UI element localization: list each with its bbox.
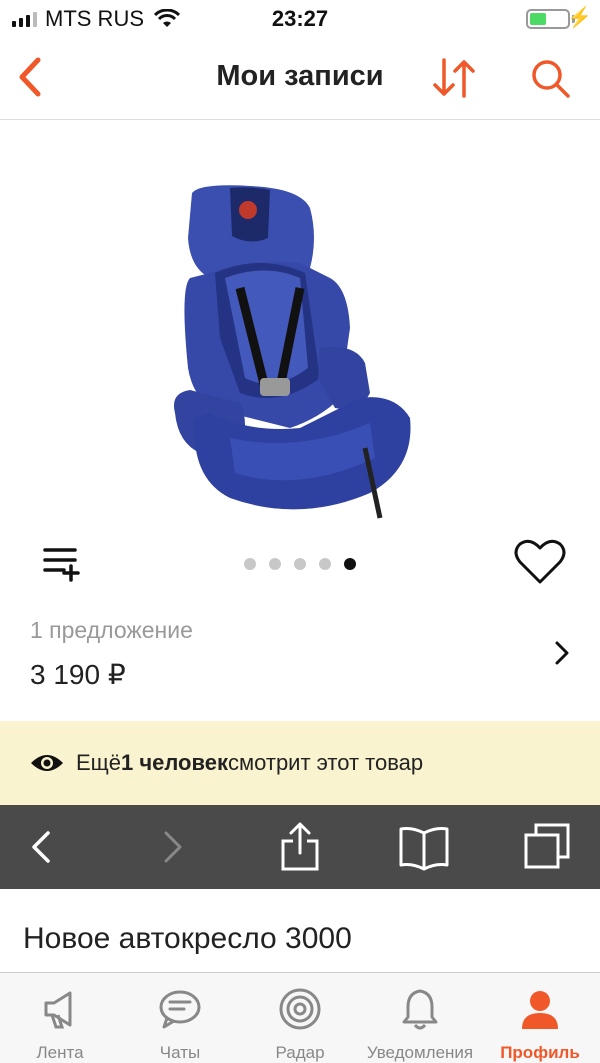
bookmarks-icon[interactable]	[398, 821, 450, 873]
eye-icon	[31, 755, 63, 771]
radar-icon	[279, 988, 321, 1030]
price[interactable]: 3 190 ₽	[30, 658, 126, 691]
tab-bar: Лента Чаты Радар Уведомления Профиль	[0, 972, 600, 1063]
tab-label: Уведомления	[366, 1043, 474, 1062]
gallery-dot[interactable]	[344, 558, 356, 570]
status-bar: MTS RUS 23:27 ⚡	[0, 0, 600, 38]
tab-profile[interactable]: Профиль	[480, 973, 600, 1063]
chevron-right-icon[interactable]	[550, 638, 574, 668]
battery-icon	[526, 9, 570, 29]
gallery-dot[interactable]	[244, 558, 256, 570]
gallery-dot[interactable]	[269, 558, 281, 570]
tab-chats[interactable]: Чаты	[120, 973, 240, 1063]
page-title: Мои записи	[216, 60, 384, 92]
viewers-banner: Ещё 1 человек смотрит этот товар	[0, 721, 600, 805]
product-title: Новое автокресло 3000	[23, 922, 352, 955]
profile-icon	[522, 991, 558, 1029]
megaphone-icon	[44, 991, 72, 1029]
tab-label: Лента	[36, 1043, 84, 1062]
tab-label: Чаты	[159, 1043, 201, 1062]
viewers-count: 1 человек	[121, 750, 228, 775]
product-image[interactable]	[170, 178, 430, 523]
favorite-heart-icon[interactable]	[514, 538, 566, 586]
tabs-icon[interactable]	[522, 821, 572, 873]
charging-icon: ⚡	[567, 7, 592, 29]
browser-forward-icon[interactable]	[154, 821, 190, 873]
tab-label: Профиль	[500, 1043, 580, 1062]
browser-toolbar	[0, 805, 600, 889]
viewers-suffix: смотрит этот товар	[227, 750, 424, 775]
sort-icon[interactable]	[430, 54, 478, 102]
gallery-dot[interactable]	[319, 558, 331, 570]
offers-count[interactable]: 1 предложение	[30, 617, 193, 644]
battery-level	[530, 13, 547, 25]
gallery-pagination	[0, 558, 600, 570]
browser-back-icon[interactable]	[24, 821, 60, 873]
navigation-bar: Мои записи	[0, 38, 600, 120]
search-icon[interactable]	[526, 54, 574, 102]
gallery-dot[interactable]	[294, 558, 306, 570]
tab-radar[interactable]: Радар	[240, 973, 360, 1063]
viewers-prefix: Ещё	[76, 750, 122, 775]
tab-label: Радар	[275, 1043, 325, 1062]
clock: 23:27	[271, 6, 329, 31]
share-icon[interactable]	[278, 821, 322, 873]
bell-icon	[402, 989, 438, 1030]
chat-bubble-icon	[159, 990, 201, 1029]
tab-notifications[interactable]: Уведомления	[360, 973, 480, 1063]
tab-feed[interactable]: Лента	[0, 973, 120, 1063]
